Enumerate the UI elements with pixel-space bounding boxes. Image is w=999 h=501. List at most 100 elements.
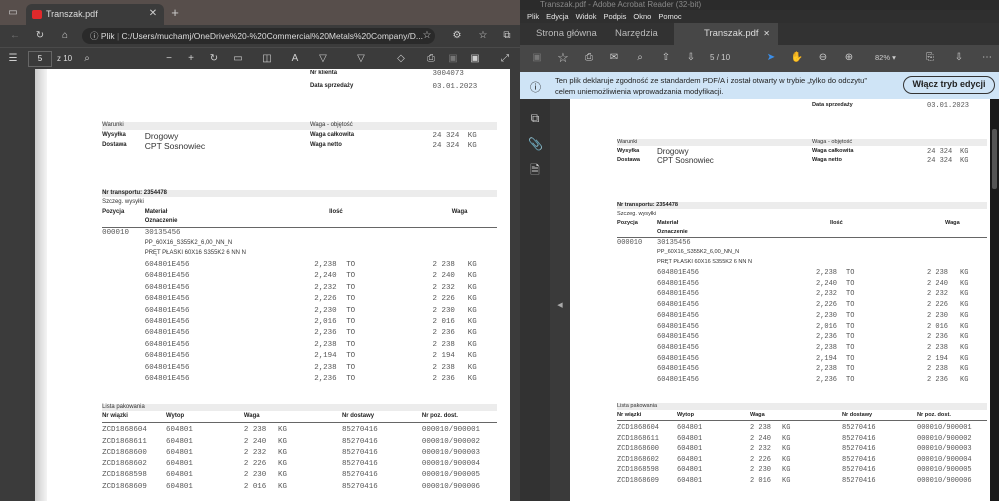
collections-icon[interactable]: ⧉ <box>500 29 514 43</box>
read-aloud-icon[interactable]: A <box>288 52 302 66</box>
close-tab-icon[interactable]: ✕ <box>763 23 770 45</box>
fullscreen-icon[interactable]: ⤢ <box>498 52 512 66</box>
bundle-weight: 2 238 <box>750 424 772 432</box>
page-number-input[interactable]: 5 <box>28 51 52 67</box>
unit-to: TO <box>846 279 855 288</box>
prev-page-icon[interactable]: ⇧ <box>659 51 673 65</box>
scroll-mode-icon[interactable]: ⇩ <box>952 51 966 65</box>
address-prefix: Plik <box>100 31 115 41</box>
fit-page-icon[interactable]: ▭ <box>231 52 245 66</box>
zoom-in-icon[interactable]: ⊕ <box>842 51 856 65</box>
delivery-position: 000010/900002 <box>421 437 481 446</box>
scrollbar[interactable] <box>990 99 999 501</box>
tab-transzak[interactable]: Transzak.pdf ✕ <box>26 4 164 25</box>
bundle-weight: 2 240 <box>243 437 267 446</box>
email-icon[interactable]: ✉ <box>607 51 621 65</box>
delivery-number: 85270416 <box>842 445 876 454</box>
item-charge: 604801E456 <box>657 322 700 331</box>
search-icon[interactable]: ⌕ <box>633 51 647 65</box>
tab-actions-icon[interactable]: ▭ <box>6 6 20 20</box>
zoom-select[interactable]: 82% ▾ <box>875 53 896 62</box>
rotate-icon[interactable]: ↻ <box>207 52 221 66</box>
unit-kg: KG <box>960 376 969 384</box>
item-charge: 604801E456 <box>657 279 700 288</box>
pages-icon[interactable]: ⧉ <box>528 111 542 125</box>
bundle-number: ZCD1868611 <box>617 434 660 443</box>
save-as-icon[interactable]: ▣ <box>468 52 482 66</box>
zoom-in-icon[interactable]: + <box>184 52 198 66</box>
save-icon[interactable]: ▣ <box>530 51 544 65</box>
page-current: 5 <box>710 53 715 62</box>
waga-netto-label: Waga netto <box>309 141 342 148</box>
item-quantity: 2,236 <box>314 329 337 338</box>
extensions-icon[interactable]: ⚙ <box>450 29 464 43</box>
transport-number: Nr transportu: 2354478 <box>617 202 678 208</box>
next-page-icon[interactable]: ⇩ <box>684 51 698 65</box>
eraser-icon[interactable]: ◇ <box>394 52 408 66</box>
unit-kg: KG <box>467 318 477 327</box>
favorite-star-icon[interactable]: ☆ <box>420 29 434 43</box>
pdf-page: Nr klienta 3004073 Data sprzedaży 03.01.202… <box>35 69 510 501</box>
item-charge: 604801E456 <box>657 343 700 352</box>
acrobat-tabs: Strona główna Narzędzia Transzak.pdf ✕ <box>520 23 999 45</box>
back-icon[interactable]: ← <box>8 29 22 43</box>
unit-kg: KG <box>960 301 969 310</box>
expand-panel-icon[interactable]: ◀ <box>553 299 567 313</box>
refresh-icon[interactable]: ↻ <box>33 29 47 43</box>
hand-tool-icon[interactable]: ✋ <box>790 51 804 65</box>
page-display-icon[interactable]: ⎘ <box>923 51 937 65</box>
delivery-number: 85270416 <box>341 460 378 469</box>
item-charge: 604801E456 <box>144 375 190 384</box>
packing-header: Nr poz. dost. <box>421 413 458 420</box>
menu-plik[interactable]: Plik <box>527 12 539 21</box>
save-icon[interactable]: ▣ <box>446 52 460 66</box>
unit-kg: KG <box>277 471 287 480</box>
header-ilosc: Ilość <box>329 208 343 215</box>
menu-edycja[interactable]: Edycja <box>546 12 569 21</box>
draw-icon[interactable]: ▽ <box>354 52 368 66</box>
menu-okno[interactable]: Okno <box>633 12 651 21</box>
item-quantity: 2,194 <box>816 354 838 363</box>
zoom-out-icon[interactable]: ⊖ <box>816 51 830 65</box>
header-oznaczenie: Oznaczenie <box>657 229 688 235</box>
menu-pomoc[interactable]: Pomoc <box>658 12 681 21</box>
shaded-band <box>617 139 987 146</box>
select-cursor-icon[interactable]: ➤ <box>764 51 778 65</box>
page-number-input[interactable]: 5 / 10 <box>710 53 730 62</box>
zoom-out-icon[interactable]: − <box>162 52 176 66</box>
bundle-number: ZCD1868598 <box>102 471 147 480</box>
page-total: / 10 <box>716 53 731 62</box>
menu-widok[interactable]: Widok <box>576 12 597 21</box>
favorites-icon[interactable]: ☆ <box>476 29 490 43</box>
menu-podpis[interactable]: Podpis <box>603 12 626 21</box>
address-input[interactable]: ⓘ Plik | C:/Users/muchamj/OneDrive%20-%2… <box>82 28 435 44</box>
item-weight: 2 238 <box>927 365 949 374</box>
waga-netto-label: Waga netto <box>812 157 842 163</box>
document-info-icon[interactable]: 🗎 <box>528 163 542 177</box>
unit-kg: KG <box>277 437 287 446</box>
bundle-number: ZCD1868602 <box>102 460 147 469</box>
new-tab-icon[interactable]: + <box>168 6 182 20</box>
unit-to: TO <box>846 322 855 331</box>
home-icon[interactable]: ⌂ <box>58 29 72 43</box>
bookmark-star-icon[interactable]: ☆ <box>556 51 570 65</box>
tab-document[interactable]: Transzak.pdf ✕ <box>674 23 778 45</box>
unit-to: TO <box>346 261 356 269</box>
item-quantity: 2,238 <box>816 269 838 277</box>
attachment-icon[interactable]: 📎 <box>528 137 543 151</box>
page-view-icon[interactable]: ◫ <box>260 52 274 66</box>
more-icon[interactable]: ⋯ <box>980 51 994 65</box>
tab-tools[interactable]: Narzędzia <box>615 23 658 45</box>
packing-header: Nr wiązki <box>617 412 642 418</box>
print-icon[interactable]: ⎙ <box>582 51 596 65</box>
close-tab-icon[interactable]: ✕ <box>146 7 160 21</box>
contents-icon[interactable]: ☰ <box>6 52 20 66</box>
scrollbar-thumb[interactable] <box>992 129 997 189</box>
unit-kg: KG <box>960 322 969 331</box>
highlight-icon[interactable]: ▽ <box>316 52 330 66</box>
tab-home[interactable]: Strona główna <box>536 23 597 45</box>
wysylka-value: Drogowy <box>657 147 689 156</box>
search-icon[interactable]: ⌕ <box>80 52 94 66</box>
print-icon[interactable]: ⎙ <box>424 52 438 66</box>
enable-editing-button[interactable]: Włącz tryb edycji <box>903 76 995 94</box>
